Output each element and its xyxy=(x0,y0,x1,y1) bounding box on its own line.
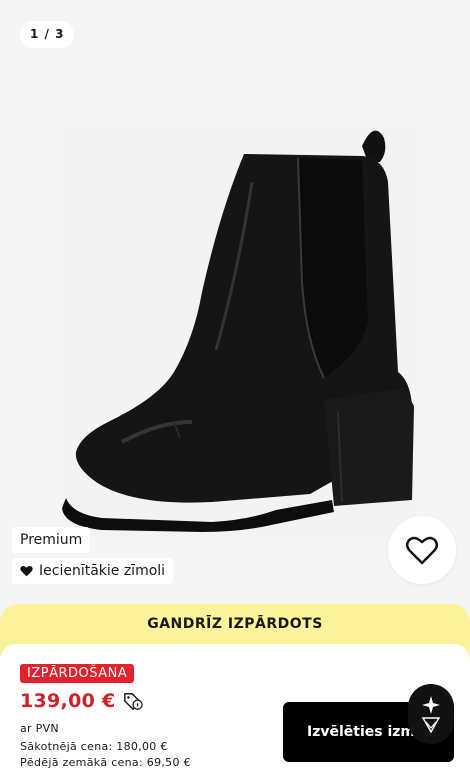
price-panel: IZPĀRDOŠANA 139,00 € ar PVN Sākotnējā ce… xyxy=(0,644,470,768)
boot-illustration xyxy=(62,130,414,532)
favorite-brands-label: Iecienītākie zīmoli xyxy=(39,563,166,579)
premium-tag: Premium xyxy=(12,527,91,553)
original-price: Sākotnējā cena: 180,00 € xyxy=(20,740,168,753)
heart-outline-icon xyxy=(405,536,439,565)
sparkle-assistant-icon xyxy=(421,696,441,734)
almost-sold-out-banner: GANDRĪZ IZPĀRDOTS xyxy=(147,616,323,632)
vat-note: ar PVN xyxy=(20,722,59,735)
image-pager: 1 / 3 xyxy=(20,21,75,48)
sale-price: 139,00 € xyxy=(20,690,116,712)
price-row: 139,00 € xyxy=(20,690,144,712)
wishlist-button[interactable] xyxy=(388,516,456,584)
assistant-button[interactable] xyxy=(408,684,454,744)
sale-badge: IZPĀRDOŠANA xyxy=(20,664,135,683)
price-tag-info-icon[interactable] xyxy=(122,691,144,711)
purchase-sheet: GANDRĪZ IZPĀRDOTS IZPĀRDOŠANA 139,00 € a… xyxy=(0,604,470,768)
lowest-price: Pēdējā zemākā cena: 69,50 € xyxy=(20,756,191,768)
product-image[interactable] xyxy=(62,122,418,538)
product-gallery[interactable]: 1 / 3 Premium Iecienītākie zīmoli xyxy=(0,0,470,604)
heart-filled-icon xyxy=(20,566,33,577)
favorite-brands-tag: Iecienītākie zīmoli xyxy=(12,558,174,584)
